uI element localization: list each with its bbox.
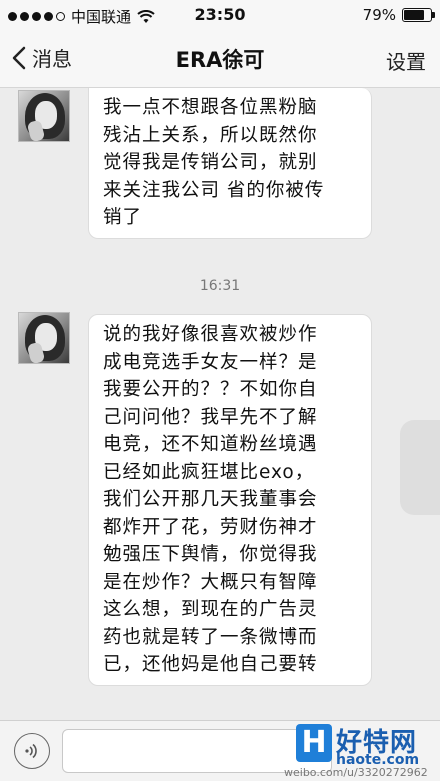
chat-area[interactable]: 我一点不想跟各位黑粉脑 残沾上关系，所以既然你 觉得我是传销公司，就别 来关注我… [0,88,440,720]
status-bar: 中国联通 23:50 79% [0,0,440,30]
avatar[interactable] [18,312,70,364]
message-line: 已，还他妈是他自己要转 [103,654,318,675]
voice-input-button[interactable] [14,733,50,769]
battery-icon [402,8,435,22]
site-watermark: H 好特网 haote.com weibo.com/u/3320272962 [284,722,440,781]
nav-bar: 消息 ERA徐可 设置 [0,30,440,88]
watermark-weibo: weibo.com/u/3320272962 [284,766,428,779]
message-line: 来关注我公司 省的你被传 [103,179,325,201]
battery-group: 79% [362,6,435,24]
message-line: 已经如此疯狂堪比exo， [103,461,315,483]
message-line: 是在炒作？大概只有智障 [103,571,318,593]
message-line: 我要公开的？？不如你自 [103,379,318,400]
voice-icon [25,743,37,759]
settings-button[interactable]: 设置 [386,46,426,75]
message-line: 觉得我是传销公司，就别 [103,152,318,173]
message-timestamp: 16:31 [199,278,241,294]
avatar[interactable] [18,90,70,142]
battery-percent: 79% [362,6,396,24]
scroll-overlay [400,420,440,515]
message-line: 药也就是转了一条微博而 [103,626,318,648]
message-line: 销了 [103,207,143,228]
message-bubble[interactable]: 我一点不想跟各位黑粉脑 残沾上关系，所以既然你 觉得我是传销公司，就别 来关注我… [88,88,372,239]
message-line: 说的我好像很喜欢被炒作 [103,324,318,345]
message-line: 勉强压下舆情，你觉得我 [103,544,318,565]
message-line: 己问问他？我早先不了解 [103,406,318,428]
message-line: 都炸开了花，劳财伤神才 [103,516,318,538]
page-title: ERA徐可 [175,48,265,72]
message-line: 成电竞选手女友一样？是 [103,351,318,373]
message-line: 这么想，到现在的广告灵 [103,599,318,620]
message-line: 我一点不想跟各位黑粉脑 [103,97,318,118]
message-line: 残沾上关系，所以既然你 [103,124,318,146]
message-line: 我们公开那几天我董事会 [103,489,318,510]
message-line: 电竞，还不知道粉丝境遇 [103,434,318,455]
watermark-logo: H [296,724,332,762]
message-bubble[interactable]: 说的我好像很喜欢被炒作 成电竞选手女友一样？是 我要公开的？？不如你自 己问问他… [88,314,372,686]
